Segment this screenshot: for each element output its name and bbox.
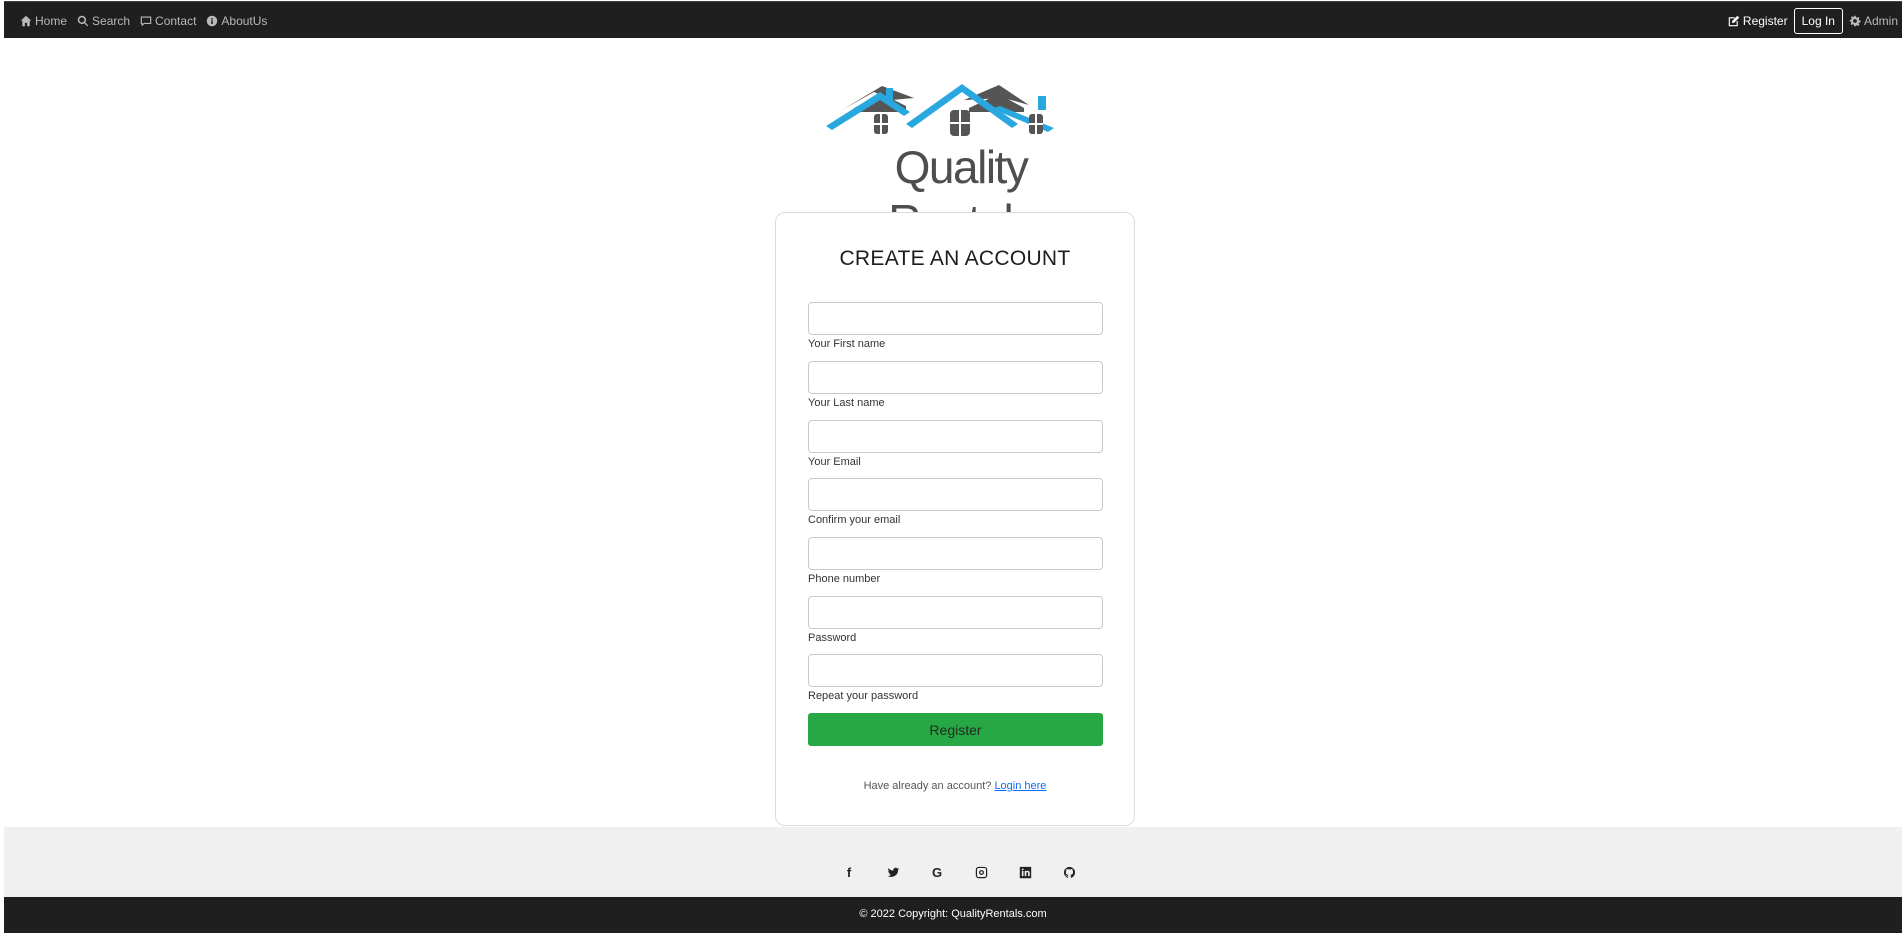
repeat-password-field: Repeat your password <box>808 654 1103 702</box>
repeat-password-input[interactable] <box>808 654 1103 687</box>
last-name-input[interactable] <box>808 361 1103 394</box>
nav-register-label: Register <box>1742 13 1788 28</box>
nav-home-label: Home <box>35 13 68 28</box>
login-here-link[interactable]: Login here <box>994 780 1046 792</box>
linkedin-glyph <box>1019 866 1031 878</box>
nav-register-link[interactable]: Register <box>1728 14 1788 28</box>
github-icon[interactable] <box>1058 861 1080 883</box>
confirm-email-field: Confirm your email <box>808 478 1103 526</box>
confirm-email-input[interactable] <box>808 478 1103 511</box>
nav-about-label: AboutUs <box>221 13 268 28</box>
email-label: Your Email <box>808 456 861 468</box>
password-input[interactable] <box>808 596 1103 629</box>
nav-search-label: Search <box>92 13 131 28</box>
instagram-glyph <box>975 866 987 878</box>
home-icon <box>20 15 32 26</box>
chat-icon <box>140 16 152 26</box>
houses-logo-graphic <box>826 84 1054 136</box>
instagram-icon[interactable] <box>970 861 992 883</box>
email-input[interactable] <box>808 420 1103 453</box>
last-name-label: Your Last name <box>808 397 885 409</box>
nav-admin-link[interactable]: Admin <box>1849 14 1898 28</box>
social-bar: f G <box>4 827 1902 897</box>
login-button[interactable]: Log In <box>1793 7 1843 34</box>
register-submit-button[interactable]: Register <box>808 713 1103 746</box>
nav-admin-label: Admin <box>1863 13 1898 28</box>
form-title: CREATE AN ACCOUNT <box>839 247 1071 270</box>
search-icon <box>77 15 89 26</box>
edit-icon <box>1728 15 1740 26</box>
password-label: Password <box>808 632 857 644</box>
page: Home Search Contact AboutUs Register Log… <box>4 0 1902 933</box>
facebook-icon[interactable]: f <box>838 861 860 883</box>
first-name-field: Your First name <box>808 302 1103 350</box>
phone-input[interactable] <box>808 537 1103 570</box>
phone-label: Phone number <box>808 573 881 585</box>
register-card: CREATE AN ACCOUNT Your First name Your L… <box>775 212 1135 826</box>
gear-icon <box>1849 15 1861 26</box>
nav-contact-link[interactable]: Contact <box>140 14 196 28</box>
twitter-glyph <box>887 867 899 877</box>
phone-field: Phone number <box>808 537 1103 585</box>
nav-search-link[interactable]: Search <box>77 14 130 28</box>
linkedin-icon[interactable] <box>1014 861 1036 883</box>
nav-contact-label: Contact <box>155 13 197 28</box>
first-name-label: Your First name <box>808 338 886 350</box>
last-name-field: Your Last name <box>808 361 1103 409</box>
nav-right-group: Register Log In Admin <box>1728 2 1898 39</box>
google-icon[interactable]: G <box>926 861 948 883</box>
nav-about-link[interactable]: AboutUs <box>206 14 267 28</box>
twitter-icon[interactable] <box>882 861 904 883</box>
repeat-password-label: Repeat your password <box>808 690 919 702</box>
social-icons: f G <box>838 861 1080 883</box>
have-account-label: Have already an account? <box>863 780 992 792</box>
confirm-email-label: Confirm your email <box>808 514 901 526</box>
have-account-text: Have already an account? Login here <box>776 780 1134 792</box>
email-field: Your Email <box>808 420 1103 468</box>
nav-home-link[interactable]: Home <box>20 14 67 28</box>
top-navbar: Home Search Contact AboutUs Register Log… <box>4 1 1902 38</box>
info-icon <box>207 15 218 26</box>
github-glyph <box>1063 866 1075 878</box>
copyright-text: © 2022 Copyright: QualityRentals.com <box>859 908 1047 920</box>
nav-left-group: Home Search Contact AboutUs <box>20 2 267 39</box>
footer: © 2022 Copyright: QualityRentals.com <box>4 897 1902 933</box>
site-logo[interactable]: Quality Rentals <box>814 80 1104 247</box>
first-name-input[interactable] <box>808 302 1103 335</box>
password-field: Password <box>808 596 1103 644</box>
